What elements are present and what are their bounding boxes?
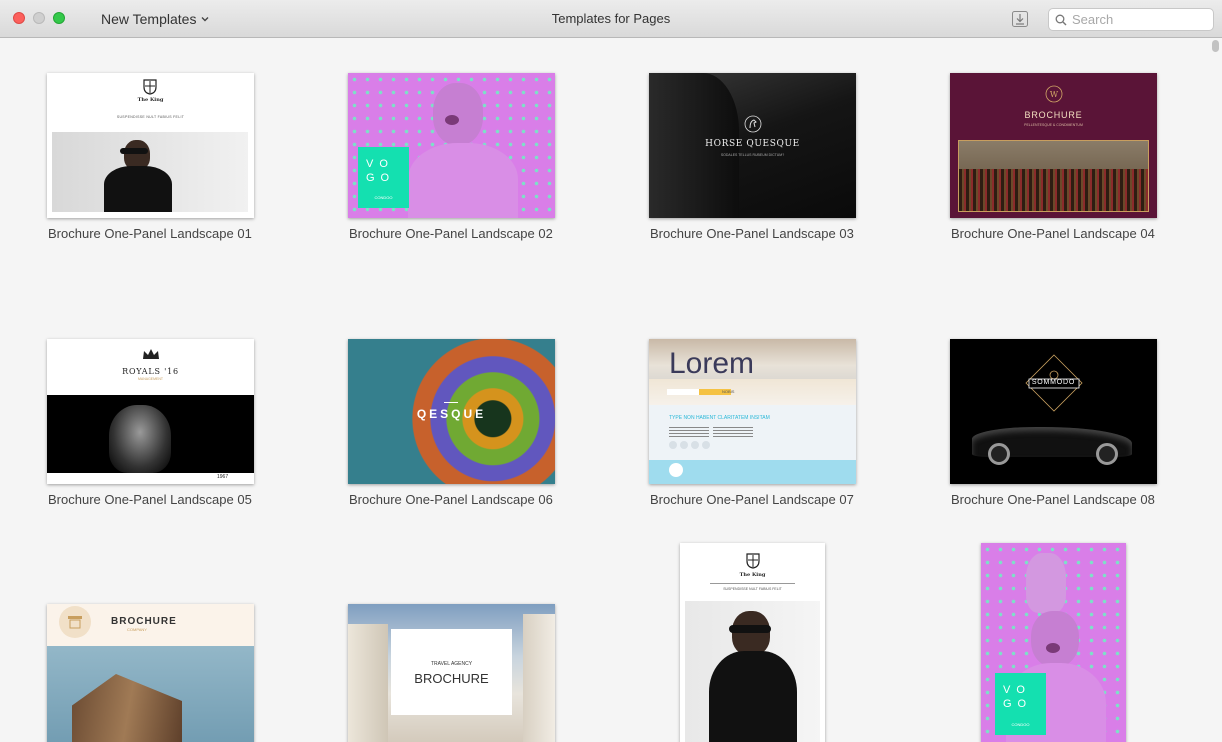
thumb-tag: NOBIS [722,389,735,394]
thumb-subtitle: SUSPENDISSE NULT FABIUS FELIT [723,587,782,591]
thumb-photo [958,140,1149,212]
thumb-title: Lorem [669,347,755,380]
template-name: Brochure One-Panel Landscape 03 [650,226,854,241]
template-name: Brochure One-Panel Landscape 08 [951,492,1155,507]
template-thumbnail[interactable]: VO GO CONDOO [981,543,1126,742]
search-input[interactable] [1072,12,1207,27]
thumb-subtitle: COMPANY [127,627,147,632]
thumb-subtitle: PELLENTESQUE & CONDIMENTUM [1024,123,1083,127]
search-icon [1055,14,1067,25]
template-thumbnail[interactable]: HORSE QUESQUE SODALES TELLUS RUBEUM DICT… [649,73,856,218]
vertical-scrollbar[interactable] [1212,40,1219,52]
crest-icon [746,553,760,569]
template-thumbnail[interactable]: W BROCHURE PELLENTESQUE & CONDIMENTUM [950,73,1157,218]
template-name: Brochure One-Panel Landscape 06 [349,492,553,507]
template-name: Brochure One-Panel Landscape 04 [951,226,1155,241]
crown-icon [143,349,159,359]
thumb-title: BROCHURE [1024,110,1083,120]
title-bar: New Templates Templates for Pages [0,0,1222,38]
download-icon[interactable] [1010,9,1030,29]
monogram-icon: W [1045,85,1063,103]
thumb-photo [52,132,248,212]
template-name: Brochure One-Panel Landscape 07 [650,492,854,507]
thumb-title: SOMMODO [1031,379,1076,386]
template-name: Brochure One-Panel Landscape 05 [48,492,252,507]
thumb-title: BROCHURE [111,616,177,627]
thumb-year: 1967 [217,474,229,480]
horse-logo-icon [744,115,762,133]
logo-text: CONDOO [1011,722,1030,727]
svg-text:W: W [1050,90,1059,99]
template-thumbnail[interactable]: SOMMODO [950,339,1157,484]
thumb-title: ROYALS '16 [122,367,179,376]
logo-text: CONDOO [374,195,393,200]
logo-block: VO GO CONDOO [995,673,1046,735]
thumb-subtitle: TRAVEL AGENCY [430,661,473,667]
template-thumbnail[interactable]: The King SUSPENDISSE NULT FABIUS FELIT [47,73,254,218]
thumb-title: HORSE QUESQUE [705,139,800,149]
template-thumbnail[interactable]: VO GO CONDOO [348,73,555,218]
title-card: TRAVEL AGENCY BROCHURE [391,629,512,715]
thumb-subtitle: SUSPENDISSE NULT FABIUS FELIT [116,115,185,119]
column-logo-icon [68,616,82,629]
thumb-subtitle: TYPE NON HABENT CLARITATEM INSITAM [669,415,770,421]
thumb-photo [47,646,254,742]
templates-window: New Templates Templates for Pages The Ki [0,0,1222,742]
template-thumbnail[interactable]: Lorem NOBIS TYPE NON HABENT CLARITATEM I… [649,339,856,484]
search-field[interactable] [1048,8,1214,31]
template-name: Brochure One-Panel Landscape 02 [349,226,553,241]
thumb-title: The King [137,97,164,103]
window-title: Templates for Pages [551,11,671,26]
thumb-subtitle: SODALES TELLUS RUBEUM DICTUM? [720,153,785,157]
template-thumbnail[interactable]: The King SUSPENDISSE NULT FABIUS FELIT [680,543,825,742]
thumb-title: BROCHURE [414,671,489,686]
thumb-subtitle: MANAGEMENT [137,377,164,381]
thumb-photo [47,395,254,473]
template-thumbnail[interactable]: ROYALS '16 MANAGEMENT 1967 [47,339,254,484]
template-thumbnail[interactable]: BROCHURE COMPANY [47,604,254,742]
crest-icon [143,79,157,95]
logo-block: VO GO CONDOO [358,147,409,208]
template-thumbnail[interactable]: QESQUE [348,339,555,484]
template-thumbnail[interactable]: TRAVEL AGENCY BROCHURE [348,604,555,742]
thumb-photo [685,601,820,742]
thumb-title: The King [739,572,766,578]
thumb-title: QESQUE [416,407,487,421]
template-name: Brochure One-Panel Landscape 01 [48,226,252,241]
